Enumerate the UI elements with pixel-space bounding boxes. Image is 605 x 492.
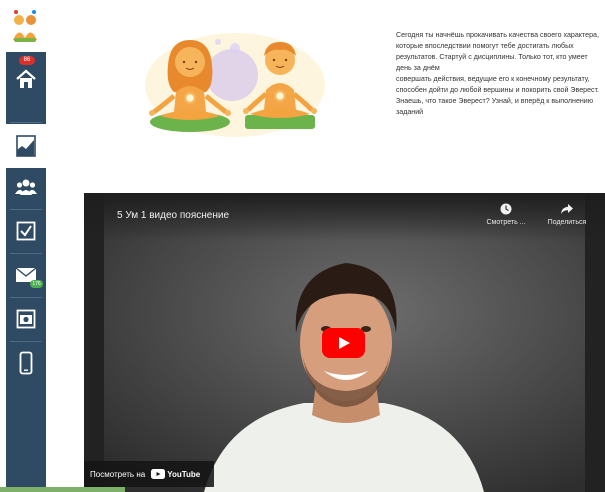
phone-icon <box>19 351 33 375</box>
sidebar-item-progress[interactable] <box>6 124 46 168</box>
video-title[interactable]: 5 Ум 1 видео пояснение <box>117 210 229 221</box>
youtube-icon <box>151 469 166 479</box>
youtube-logo: YouTube <box>151 469 200 479</box>
watch-on-youtube-button[interactable]: Посмотреть на YouTube <box>84 461 214 487</box>
sidebar-item-home[interactable]: 86 <box>6 52 46 94</box>
sidebar-item-community[interactable] <box>6 166 46 208</box>
message-count-badge: 176 <box>30 280 43 288</box>
play-button-icon[interactable] <box>322 328 365 358</box>
sidebar-item-mobile[interactable] <box>6 342 46 384</box>
divider <box>10 122 42 123</box>
lesson-description: Сегодня ты начнёшь прокачивать качества … <box>396 30 602 118</box>
watch-later-button[interactable]: Смотреть ... <box>481 203 531 226</box>
checkbox-icon <box>16 221 36 241</box>
sidebar-rail: 86 176 <box>6 52 46 492</box>
description-paragraph: Сегодня ты начнёшь прокачивать качества … <box>396 31 599 72</box>
notification-badge: 86 <box>19 56 35 65</box>
home-icon <box>16 69 36 88</box>
watch-later-label: Смотреть ... <box>486 219 526 226</box>
share-button[interactable]: Поделиться <box>542 203 592 226</box>
watch-on-label: Посмотреть на <box>90 469 146 479</box>
share-label: Поделиться <box>547 219 587 226</box>
clock-icon <box>500 203 512 215</box>
youtube-wordmark: YouTube <box>167 469 201 479</box>
progress-strip <box>0 487 125 492</box>
kids-logo-icon[interactable] <box>10 8 40 44</box>
video-player[interactable]: 5 Ум 1 видео пояснение Смотреть ... Поде… <box>84 193 605 492</box>
share-icon <box>561 204 573 214</box>
description-paragraph: совершать действия, ведущие его к конечн… <box>396 75 600 116</box>
sidebar-item-tasks[interactable] <box>6 210 46 252</box>
sidebar-item-photos[interactable] <box>6 298 46 340</box>
users-icon <box>15 179 37 195</box>
meditating-kids-illustration <box>145 33 325 137</box>
camera-icon <box>16 309 36 329</box>
sidebar: 86 176 <box>0 0 49 492</box>
sidebar-item-messages[interactable]: 176 <box>6 254 46 296</box>
chart-icon <box>16 135 36 157</box>
